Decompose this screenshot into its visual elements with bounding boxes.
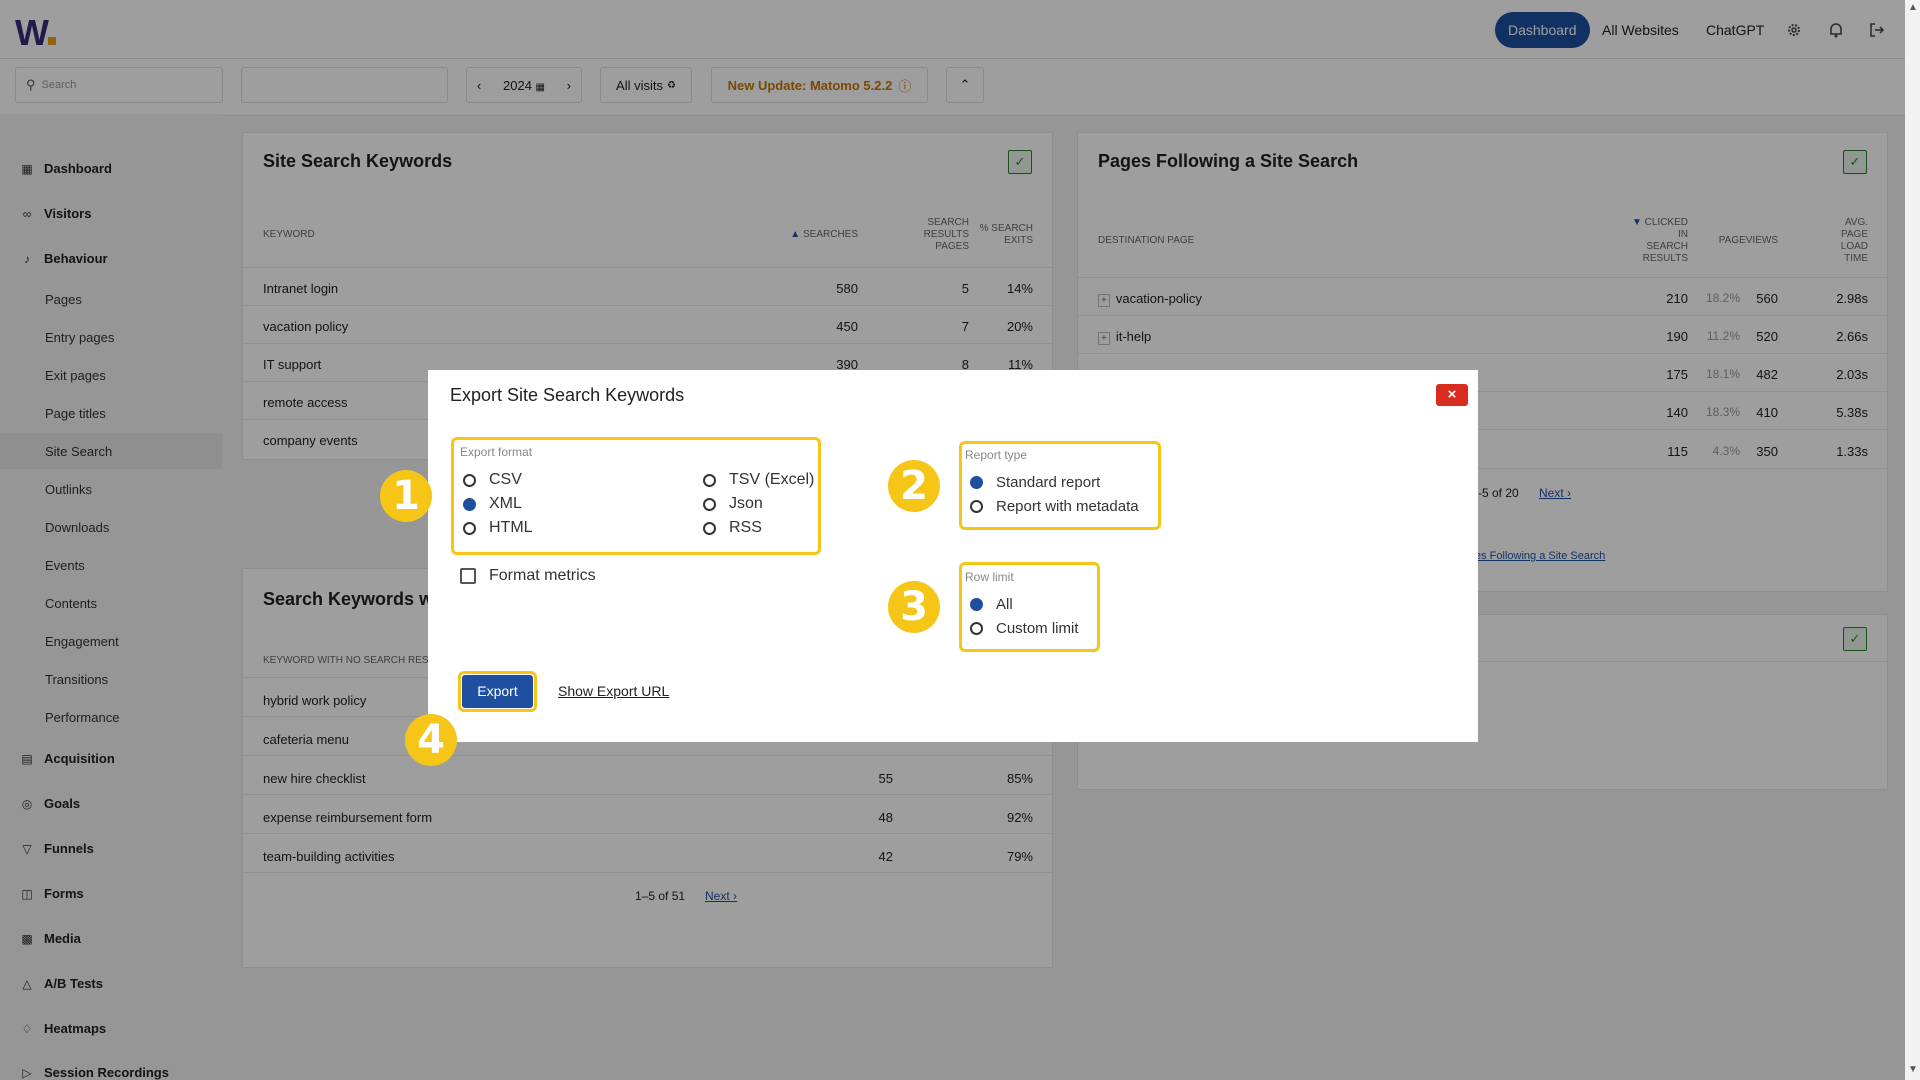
format-metrics-checkbox[interactable]: Format metrics	[460, 567, 596, 585]
step-badge-4: 4	[405, 714, 457, 766]
modal-title: Export Site Search Keywords	[450, 385, 685, 405]
export-format-label: Export format	[460, 445, 533, 459]
row-limit-all[interactable]: All	[970, 596, 1013, 613]
row-limit-custom[interactable]: Custom limit	[970, 620, 1079, 637]
format-option-rss[interactable]: RSS	[703, 519, 762, 537]
format-option-html[interactable]: HTML	[463, 519, 533, 537]
report-type-standard[interactable]: Standard report	[970, 474, 1100, 491]
step-badge-2: 2	[888, 460, 940, 512]
row-limit-label: Row limit	[965, 570, 1014, 584]
export-modal: Export Site Search Keywords × Export for…	[428, 370, 1478, 742]
step-badge-1: 1	[380, 470, 432, 522]
report-type-metadata[interactable]: Report with metadata	[970, 498, 1139, 515]
close-icon[interactable]: ×	[1436, 384, 1468, 406]
step-badge-3: 3	[888, 581, 940, 633]
show-export-url-link[interactable]: Show Export URL	[558, 683, 669, 699]
scroll-up-arrow[interactable]: ▲	[1908, 2, 1918, 13]
export-button[interactable]: Export	[462, 675, 533, 708]
format-option-xml[interactable]: XML	[463, 495, 522, 513]
report-type-label: Report type	[965, 448, 1028, 462]
format-option-csv[interactable]: CSV	[463, 471, 522, 489]
scroll-down-arrow[interactable]: ▼	[1908, 1064, 1918, 1075]
format-option-json[interactable]: Json	[703, 495, 763, 513]
format-option-tsv[interactable]: TSV (Excel)	[703, 471, 814, 489]
